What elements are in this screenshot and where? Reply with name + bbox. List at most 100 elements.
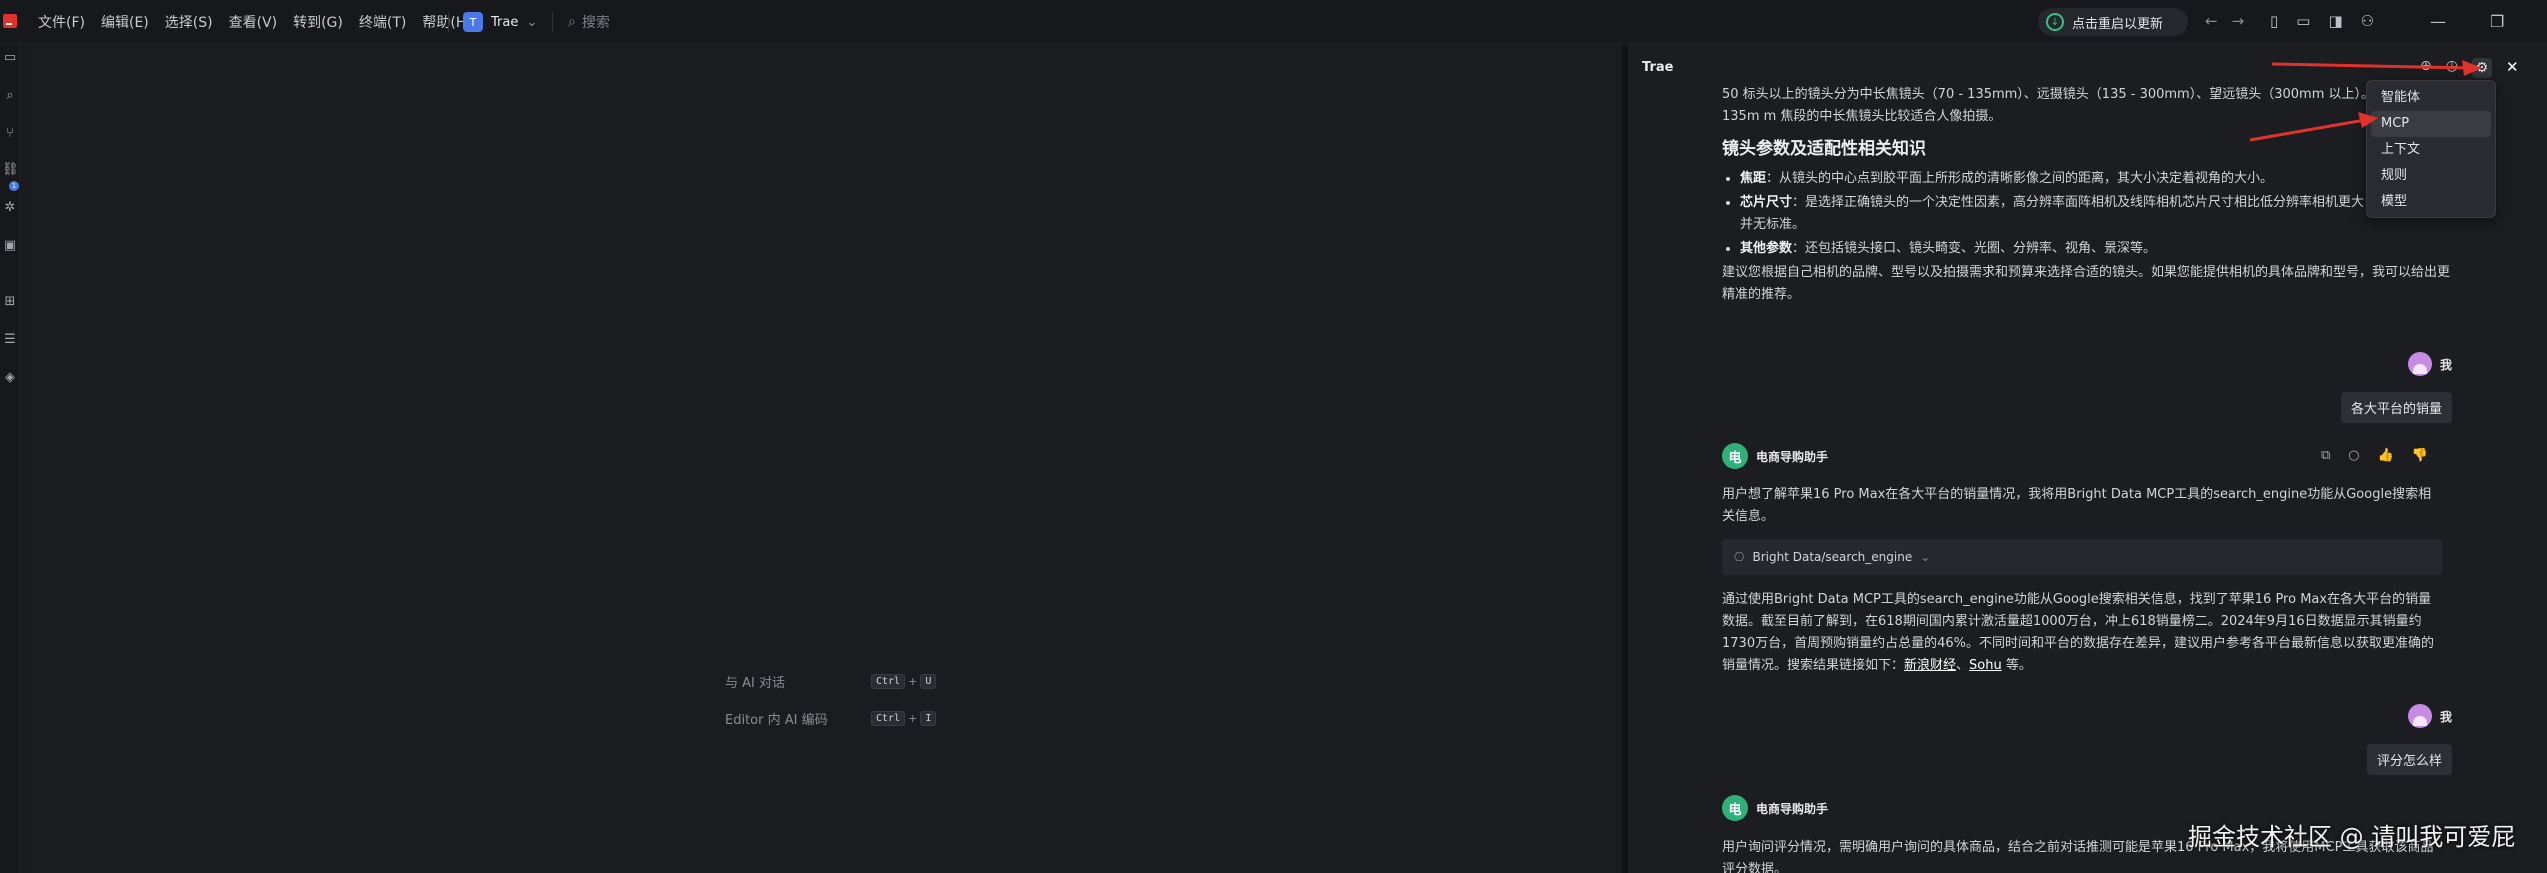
bot-header: 电 电商导购助手	[1722, 443, 1828, 469]
user-header: 我	[2407, 704, 2452, 728]
retry-icon[interactable]: ○	[2348, 448, 2359, 463]
message-text: 50 标头以上的镜头分为中长焦镜头（70 - 135mm）、远摄镜头（135 -…	[1722, 87, 2430, 124]
avatar: 电	[1722, 795, 1748, 821]
list-item: 焦距：从镜头的中心点到胶平面上所形成的清晰影像之间的距离，其大小决定着视角的大小…	[1740, 168, 2452, 190]
workspace-switcher[interactable]: T Trae ⌄	[463, 10, 537, 34]
shortcut-label: Editor 内 AI 编码	[725, 713, 828, 728]
toggle-sidebar-icon[interactable]: ▯	[2270, 12, 2278, 30]
search-placeholder: 搜索	[581, 15, 610, 31]
plus-sign: +	[908, 675, 918, 688]
user-name: 我	[2439, 709, 2452, 724]
restart-update-button[interactable]: ↓ 点击重启以更新	[2038, 8, 2188, 36]
avatar	[2407, 704, 2432, 728]
thumbs-up-icon[interactable]: 👍	[2378, 448, 2394, 463]
search-icon: ⌕	[568, 14, 576, 30]
list-item: 芯片尺寸：是选择正确镜头的一个决定性因素，高分辨率面阵相机及线阵相机芯片尺寸相比…	[1740, 192, 2452, 236]
user-name: 我	[2439, 357, 2452, 372]
update-label: 点击重启以更新	[2072, 16, 2164, 32]
section-heading: 镜头参数及适配性相关知识	[1722, 139, 1926, 159]
divider	[448, 12, 449, 32]
avatar: 电	[1722, 443, 1748, 469]
divider	[552, 12, 553, 32]
search-icon[interactable]: ⌕	[2, 88, 18, 104]
menu-item-agent[interactable]: 智能体	[2371, 85, 2491, 111]
app-logo-icon	[3, 14, 17, 28]
bot-message: 用户想了解苹果16 Pro Max在各大平台的销量情况，我将用Bright Da…	[1722, 487, 2432, 524]
key-ctrl: Ctrl	[871, 674, 906, 689]
tool-icon: ⎔	[1734, 550, 1745, 564]
workspace-badge: T	[463, 12, 483, 32]
shortcut-chat: 与 AI 对话 Ctrl + U	[725, 672, 937, 691]
window-controls: — ❐ ✕	[2430, 12, 2547, 31]
chevron-down-icon: ⌄	[1920, 550, 1931, 564]
message-actions: ⧉ ○ 👍 👎	[2321, 448, 2428, 463]
menu-select[interactable]: 选择(S)	[165, 12, 213, 32]
shortcut-label: 与 AI 对话	[725, 676, 785, 691]
chevron-down-icon: ⌄	[526, 14, 538, 30]
restore-icon[interactable]: ❐	[2490, 12, 2504, 31]
bot-name: 电商导购助手	[1756, 449, 1829, 464]
menu-item-mcp[interactable]: MCP	[2371, 111, 2491, 137]
user-message: 各大平台的销量	[2340, 392, 2452, 423]
menu-edit[interactable]: 编辑(E)	[101, 12, 149, 32]
download-icon: ↓	[2046, 13, 2064, 31]
new-chat-icon[interactable]: ⊕	[2420, 58, 2432, 78]
plus-sign: +	[908, 712, 918, 725]
command-search[interactable]: ⌕ 搜索	[568, 10, 610, 34]
message-text: 建议您根据自己相机的品牌、型号以及拍摄需求和预算来选择合适的镜头。如果您能提供相…	[1722, 265, 2451, 302]
key-i: I	[920, 711, 937, 726]
database-icon[interactable]: ☰	[2, 332, 18, 348]
shortcut-inline-ai: Editor 内 AI 编码 Ctrl + I	[725, 709, 937, 728]
nav-history: ← →	[2205, 12, 2244, 30]
account-icon[interactable]: ⚇	[2361, 12, 2374, 30]
tool-call-card[interactable]: ⎔ Bright Data/search_engine ⌄	[1722, 539, 2442, 575]
gear-icon[interactable]: ⚙	[2471, 58, 2492, 78]
bullet-list: 焦距：从镜头的中心点到胶平面上所形成的清晰影像之间的距离，其大小决定着视角的大小…	[1722, 168, 2452, 260]
source-link[interactable]: 新浪财经	[1904, 658, 1956, 673]
menu-item-model[interactable]: 模型	[2371, 189, 2491, 215]
key-ctrl: Ctrl	[871, 711, 906, 726]
tool-call-name: Bright Data/search_engine	[1752, 550, 1913, 564]
settings-dropdown: 智能体 MCP 上下文 规则 模型	[2366, 80, 2496, 218]
menu-item-context[interactable]: 上下文	[2371, 137, 2491, 163]
copy-icon[interactable]: ⧉	[2321, 448, 2330, 463]
list-item: 其他参数：还包括镜头接口、镜头畸变、光圈、分辨率、视角、景深等。	[1740, 238, 2452, 260]
menu-item-rules[interactable]: 规则	[2371, 163, 2491, 189]
layers-icon[interactable]: ◈	[2, 370, 18, 386]
toggle-panel-icon[interactable]: ▭	[2296, 12, 2310, 30]
minimize-icon[interactable]: —	[2430, 12, 2446, 31]
extensions-icon[interactable]: ⊞	[2, 294, 18, 310]
thumbs-down-icon[interactable]: 👎	[2412, 448, 2428, 463]
key-u: U	[920, 674, 937, 689]
menu-goto[interactable]: 转到(G)	[293, 12, 343, 32]
panel-title: Trae	[1642, 60, 1674, 75]
menu-view[interactable]: 查看(V)	[229, 12, 278, 32]
editor-area[interactable]: 与 AI 对话 Ctrl + U Editor 内 AI 编码 Ctrl + I	[30, 44, 1622, 873]
menu-bar: 文件(F) 编辑(E) 选择(S) 查看(V) 转到(G) 终端(T) 帮助(H…	[38, 0, 472, 44]
extensions-link-icon[interactable]: ⛓	[2, 162, 19, 178]
menu-terminal[interactable]: 终端(T)	[359, 12, 406, 32]
user-message: 评分怎么样	[2366, 744, 2452, 775]
chat-history: 50 标头以上的镜头分为中长焦镜头（70 - 135mm）、远摄镜头（135 -…	[1722, 84, 2452, 306]
source-control-badge: 1	[9, 181, 19, 191]
back-arrow-icon[interactable]: ←	[2205, 12, 2218, 30]
watermark: 掘金技术社区 @ 请叫我可爱屁	[2188, 823, 2516, 851]
title-bar: 文件(F) 编辑(E) 选择(S) 查看(V) 转到(G) 终端(T) 帮助(H…	[0, 0, 2547, 44]
bot-message: 通过使用Bright Data MCP工具的search_engine功能从Go…	[1722, 592, 2434, 673]
workspace-name: Trae	[491, 14, 519, 30]
forward-arrow-icon[interactable]: →	[2232, 12, 2245, 30]
bot-name: 电商导购助手	[1756, 801, 1829, 816]
close-icon[interactable]: ✕	[2506, 58, 2519, 78]
debug-icon[interactable]: ✲	[2, 200, 18, 216]
menu-file[interactable]: 文件(F)	[38, 12, 85, 32]
layout-toggles: ▯ ▭ ◨ ⚇	[2270, 12, 2374, 30]
explorer-icon[interactable]: ▭	[2, 50, 18, 66]
activity-bar: ▭ ⌕ ⑂ 1 ⛓ ✲ ▣ ⊞ ☰ ◈	[0, 44, 20, 873]
toggle-aux-icon[interactable]: ◨	[2328, 12, 2342, 30]
avatar	[2407, 352, 2432, 376]
remote-icon[interactable]: ▣	[2, 238, 18, 254]
user-header: 我	[2407, 352, 2452, 376]
source-control-icon[interactable]: ⑂	[2, 126, 18, 142]
history-icon[interactable]: ◷	[2446, 58, 2458, 78]
source-link[interactable]: Sohu	[1969, 658, 2002, 673]
